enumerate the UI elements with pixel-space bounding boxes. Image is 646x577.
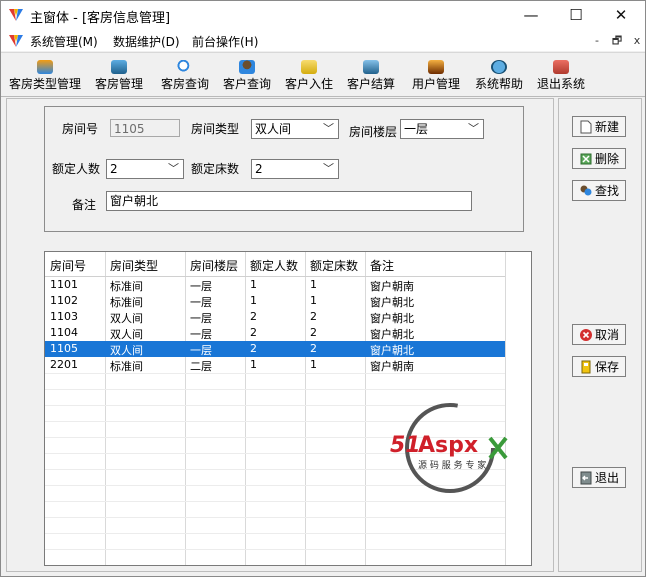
- tool-help[interactable]: 系统帮助: [473, 60, 525, 94]
- tool-customer-query[interactable]: 客户查询: [221, 60, 273, 94]
- power-icon: [553, 60, 569, 74]
- chevron-down-icon: ﹀: [323, 122, 334, 135]
- column-header[interactable]: 房间号: [50, 257, 86, 274]
- room-type-label: 房间类型: [191, 122, 240, 136]
- tool-room-management[interactable]: 客房管理: [92, 60, 146, 94]
- svg-text:Aspx: Aspx: [418, 433, 478, 458]
- find-icon: [580, 185, 592, 195]
- beds-select[interactable]: 2 ﹀: [251, 159, 339, 179]
- cancel-button[interactable]: 取消: [572, 324, 626, 345]
- tool-room-query[interactable]: 客房查询: [159, 60, 211, 94]
- magnifier-icon: [177, 60, 193, 74]
- help-icon: [491, 60, 507, 74]
- exit-door-icon: [580, 471, 592, 484]
- note-label: 备注: [72, 198, 97, 212]
- users-icon: [428, 60, 444, 74]
- new-button[interactable]: 新建: [572, 116, 626, 137]
- room-type-select[interactable]: 双人间 ﹀: [251, 119, 339, 139]
- column-header[interactable]: 房间楼层: [190, 257, 238, 274]
- mdi-child-icon: [9, 35, 23, 47]
- floor-label: 房间楼层: [349, 125, 398, 139]
- beds-label: 额定床数: [191, 162, 240, 176]
- chevron-down-icon: ﹀: [468, 122, 479, 135]
- svg-text:源 码 服 务 专 家: 源 码 服 务 专 家: [418, 459, 486, 471]
- capacity-select[interactable]: 2 ﹀: [106, 159, 184, 179]
- chevron-down-icon: ﹀: [323, 162, 334, 175]
- exit-button[interactable]: 退出: [572, 467, 626, 488]
- table-row[interactable]: 1101 标准间 一层 1 1 窗户朝南: [45, 277, 505, 293]
- delete-button[interactable]: 删除: [572, 148, 626, 169]
- svg-text:51: 51: [390, 433, 421, 458]
- calculator-icon: [363, 60, 379, 74]
- delete-icon: [580, 153, 592, 164]
- watermark-logo: 51 Aspx 源 码 服 务 专 家: [390, 403, 508, 493]
- save-button[interactable]: 保存: [572, 356, 626, 377]
- mdi-close-button[interactable]: x: [629, 34, 645, 48]
- table-row-selected[interactable]: 1105 双人间 一层 2 2 窗户朝北: [45, 341, 505, 357]
- table-row[interactable]: 1103 双人间 一层 2 2 窗户朝北: [45, 309, 505, 325]
- save-icon: [581, 360, 591, 373]
- floor-select[interactable]: 一层 ﹀: [400, 119, 484, 139]
- app-logo-icon: [9, 9, 23, 21]
- window-title: 主窗体 - [客房信息管理]: [30, 11, 171, 26]
- minimize-button[interactable]: —: [508, 0, 554, 30]
- column-header[interactable]: 额定人数: [250, 257, 298, 274]
- mdi-restore-button[interactable]: 🗗: [609, 34, 625, 48]
- mdi-minimize-button[interactable]: -: [589, 34, 605, 48]
- chevron-down-icon: ﹀: [168, 162, 179, 175]
- column-header[interactable]: 房间类型: [110, 257, 158, 274]
- maximize-button[interactable]: ☐: [553, 0, 599, 30]
- house-icon: [37, 60, 53, 74]
- menu-system[interactable]: 系统管理(M): [30, 33, 98, 50]
- new-document-icon: [580, 120, 592, 133]
- customer-search-icon: [239, 60, 255, 74]
- table-row[interactable]: 2201 标准间 二层 1 1 窗户朝南: [45, 357, 505, 373]
- room-icon: [111, 60, 127, 74]
- column-header[interactable]: 额定床数: [310, 257, 358, 274]
- room-no-field: 1105: [110, 119, 180, 137]
- clipboard-icon: [301, 60, 317, 74]
- tool-exit[interactable]: 退出系统: [535, 60, 587, 94]
- capacity-label: 额定人数: [52, 162, 101, 176]
- tool-check-in[interactable]: 客户入住: [283, 60, 335, 94]
- room-no-label: 房间号: [62, 122, 99, 136]
- grid-header: 房间号 房间类型 房间楼层 额定人数 额定床数 备注: [45, 252, 505, 277]
- tool-room-type-management[interactable]: 客房类型管理: [6, 60, 84, 94]
- menu-data[interactable]: 数据维护(D): [113, 33, 180, 50]
- table-row[interactable]: 1102 标准间 一层 1 1 窗户朝北: [45, 293, 505, 309]
- note-field[interactable]: 窗户朝北: [106, 191, 472, 211]
- cancel-icon: [579, 328, 592, 341]
- column-header[interactable]: 备注: [370, 257, 394, 274]
- menu-front-desk[interactable]: 前台操作(H): [192, 33, 258, 50]
- find-button[interactable]: 查找: [572, 180, 626, 201]
- table-row[interactable]: 1104 双人间 一层 2 2 窗户朝北: [45, 325, 505, 341]
- tool-checkout[interactable]: 客户结算: [345, 60, 397, 94]
- tool-user-management[interactable]: 用户管理: [410, 60, 462, 94]
- close-button[interactable]: ✕: [598, 0, 644, 30]
